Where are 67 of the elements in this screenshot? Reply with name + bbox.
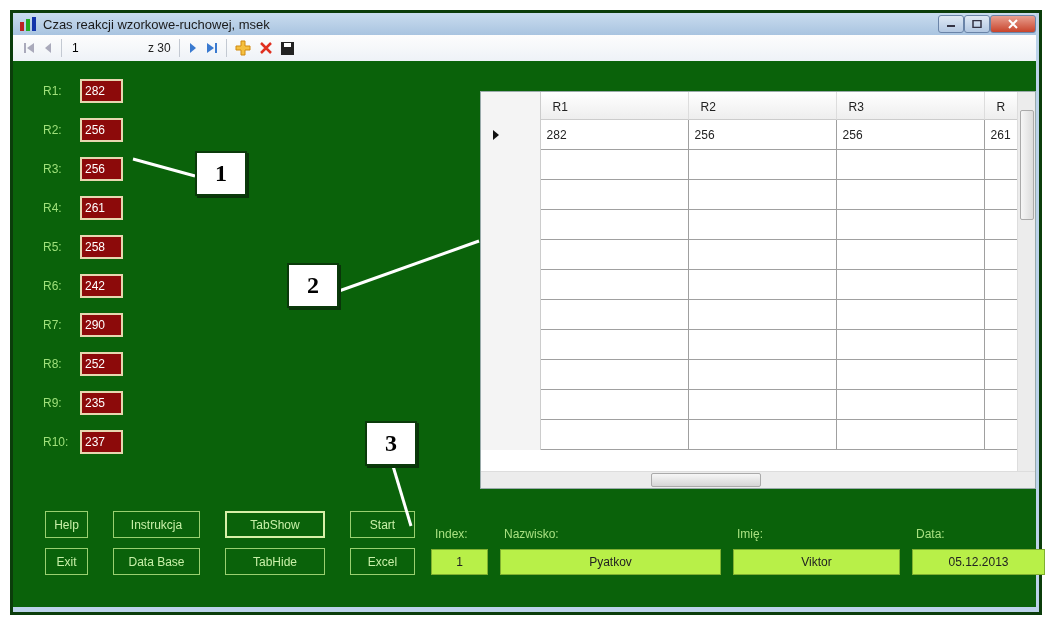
minimize-button[interactable] <box>938 15 964 33</box>
reading-label: R8: <box>43 357 63 371</box>
column-header[interactable]: R2 <box>688 92 837 120</box>
text-field[interactable]: 05.12.2013 <box>912 549 1045 575</box>
text-field[interactable]: 1 <box>431 549 488 575</box>
last-record-icon[interactable] <box>205 42 218 54</box>
window-title: Czas reakcji wzorkowe-ruchowej, msek <box>43 16 270 32</box>
reading-value: 235 <box>80 391 123 415</box>
text-field[interactable]: Pyatkov <box>500 549 721 575</box>
column-header[interactable]: R3 <box>836 92 985 120</box>
first-record-icon[interactable] <box>23 42 35 54</box>
table-cell: 282 <box>540 120 689 150</box>
action-button[interactable]: Start <box>350 511 415 538</box>
reading-value: 256 <box>80 118 123 142</box>
reading-value: 237 <box>80 430 123 454</box>
previous-record-icon[interactable] <box>43 42 53 54</box>
reading-value: 290 <box>80 313 123 337</box>
reading-label: R3: <box>43 162 63 176</box>
add-icon[interactable] <box>234 40 251 56</box>
reading-label: R9: <box>43 396 63 410</box>
table-cell: 256 <box>836 120 985 150</box>
reading-value: 256 <box>80 157 123 181</box>
row-header[interactable] <box>480 420 541 450</box>
close-icon <box>1008 19 1018 29</box>
reading-value: 261 <box>80 196 123 220</box>
reading-label: R6: <box>43 279 63 293</box>
maximize-icon <box>972 20 982 28</box>
maximize-button[interactable] <box>964 15 990 33</box>
action-button[interactable]: Excel <box>350 548 415 575</box>
table-cell: 256 <box>688 120 837 150</box>
action-button[interactable]: Instrukcja <box>113 511 200 538</box>
reading-value: 258 <box>80 235 123 259</box>
position-field[interactable]: 1 <box>70 41 140 55</box>
reading-label: R5: <box>43 240 63 254</box>
action-button[interactable]: Help <box>45 511 88 538</box>
field-label: Data: <box>915 527 946 541</box>
save-icon[interactable] <box>280 41 294 55</box>
reading-value: 252 <box>80 352 123 376</box>
reading-label: R2: <box>43 123 63 137</box>
action-button[interactable]: TabHide <box>225 548 325 575</box>
reading-label: R10: <box>43 435 70 449</box>
field-label: Index: <box>434 527 469 541</box>
record-count: z 30 <box>148 41 171 55</box>
field-label: Nazwisko: <box>503 527 560 541</box>
corner-header <box>480 92 541 120</box>
column-header[interactable]: R1 <box>540 92 689 120</box>
close-button[interactable] <box>990 15 1036 33</box>
text-field[interactable]: Viktor <box>733 549 900 575</box>
reading-value: 242 <box>80 274 123 298</box>
action-button[interactable]: TabShow <box>225 511 325 538</box>
horizontal-scrollbar[interactable] <box>480 471 1035 488</box>
reading-label: R1: <box>43 84 63 98</box>
leader-line <box>132 157 196 178</box>
field-label: Imię: <box>736 527 764 541</box>
callout-number: 2 <box>287 263 339 308</box>
callout-number: 3 <box>365 421 417 466</box>
reading-label: R4: <box>43 201 63 215</box>
app-icon <box>19 17 37 31</box>
reading-value: 282 <box>80 79 123 103</box>
next-record-icon[interactable] <box>187 42 198 54</box>
delete-icon[interactable] <box>258 41 273 55</box>
data-grid[interactable]: R1 R2 R3 R 282 256 256 261 <box>479 91 1036 489</box>
action-button[interactable]: Data Base <box>113 548 200 575</box>
action-button[interactable]: Exit <box>45 548 88 575</box>
reading-label: R7: <box>43 318 63 332</box>
vertical-scrollbar[interactable] <box>1017 92 1035 471</box>
callout-number: 1 <box>195 151 247 196</box>
